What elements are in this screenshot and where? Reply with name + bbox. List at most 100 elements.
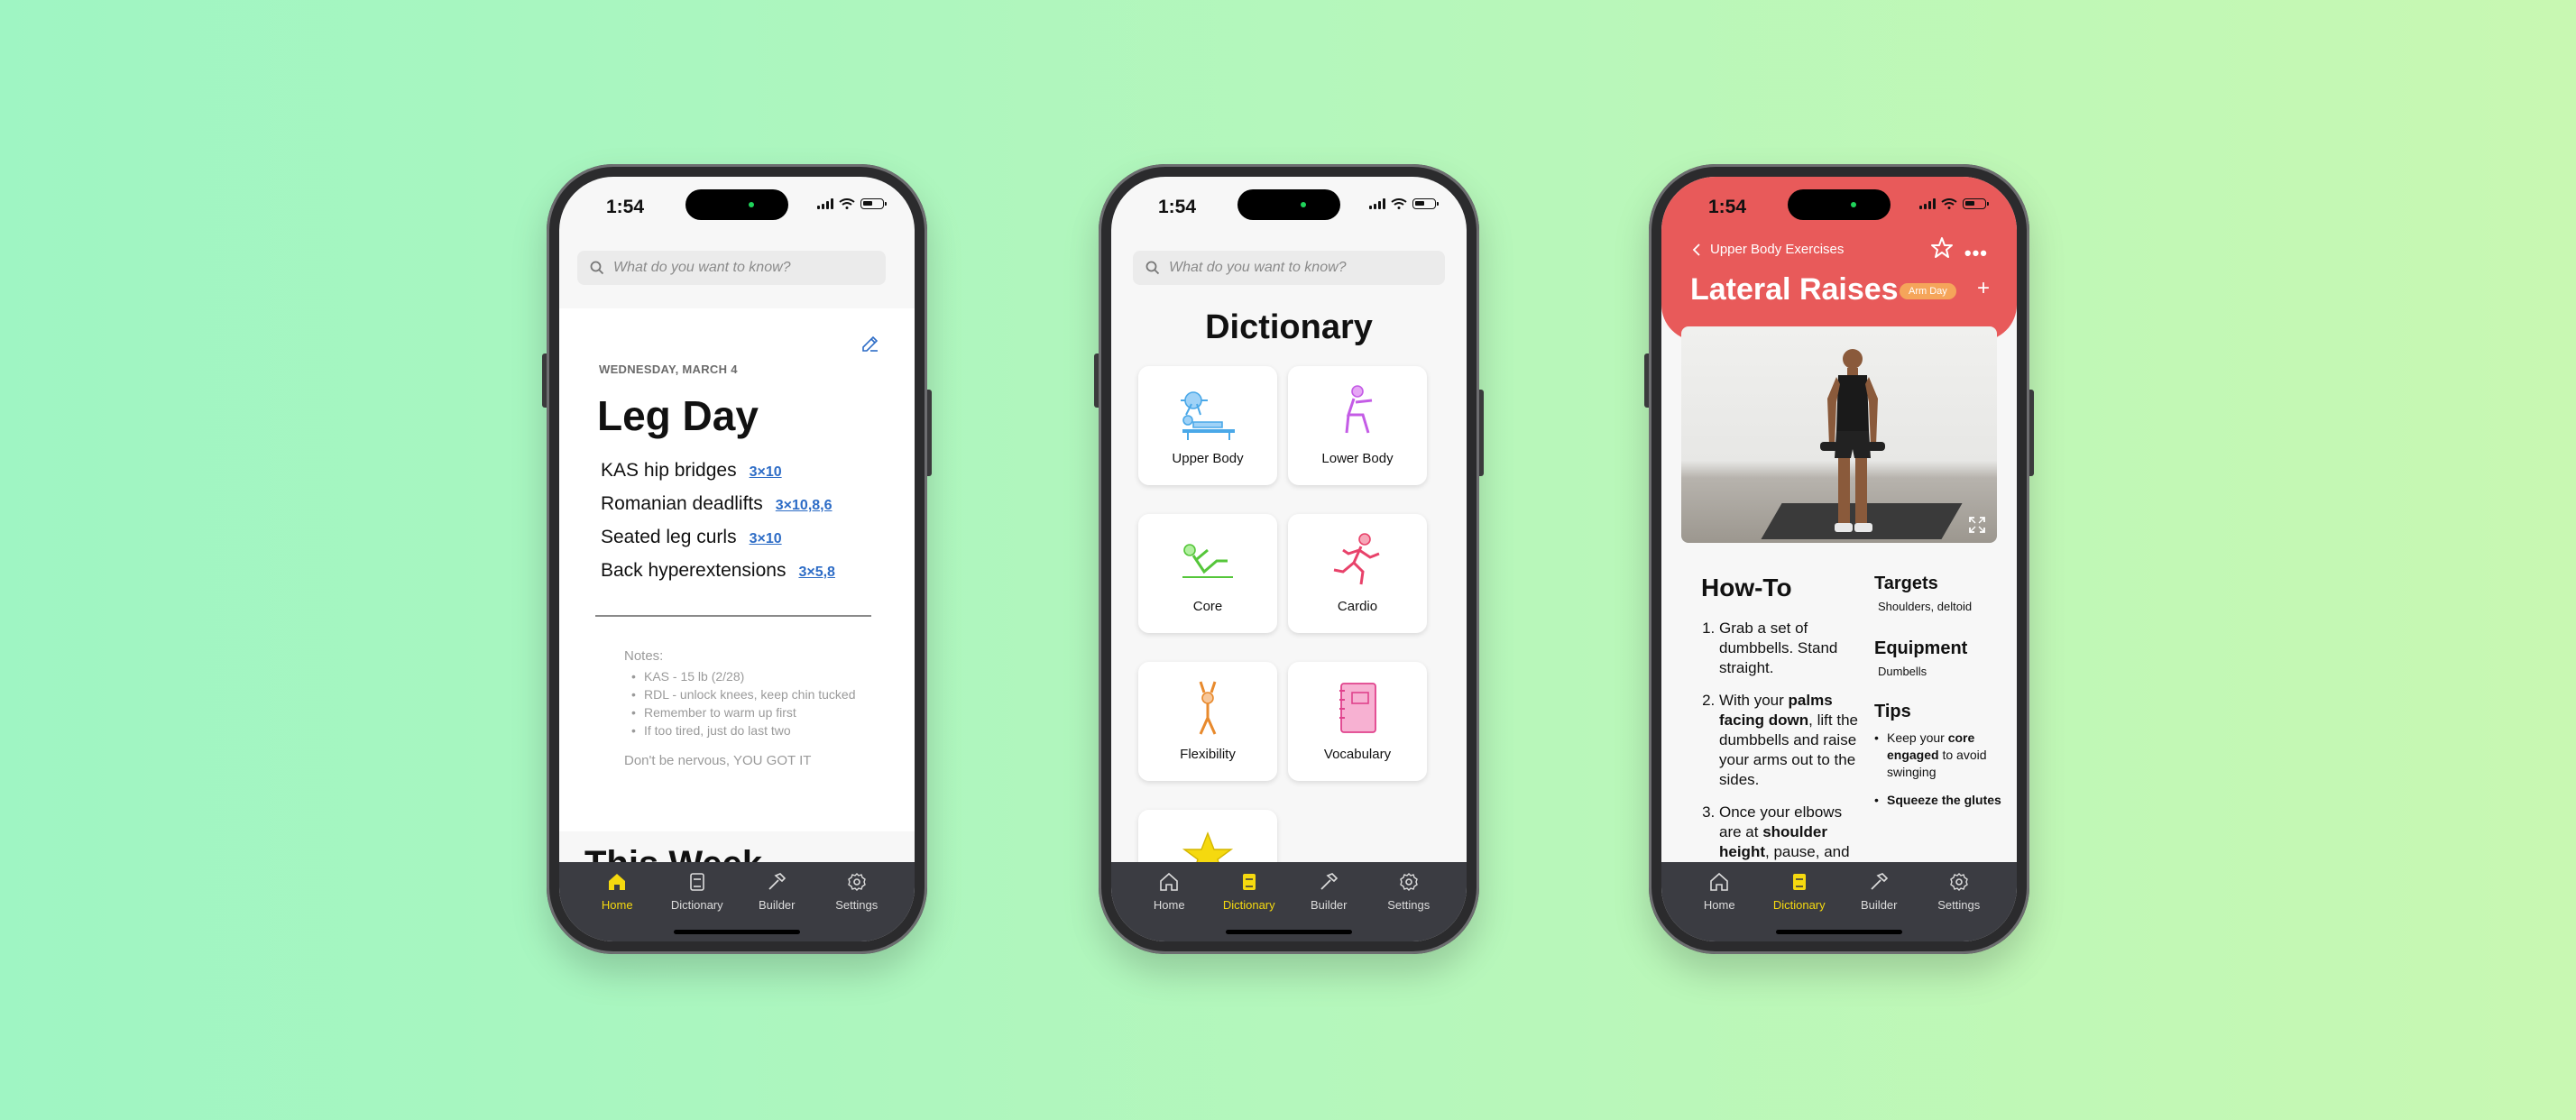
search-icon [590, 261, 604, 275]
search-icon [1145, 261, 1160, 275]
note-item: Remember to warm up first [624, 703, 859, 721]
tab-label: Dictionary [1772, 898, 1826, 912]
tab-home[interactable]: Home [581, 862, 653, 941]
back-button[interactable]: Upper Body Exercises [1692, 242, 1844, 257]
category-label: Cardio [1337, 599, 1378, 614]
divider [595, 615, 871, 617]
notes-block: Notes: KAS - 15 lb (2/28) RDL - unlock k… [624, 647, 859, 770]
fullscreen-icon[interactable] [1968, 516, 1986, 534]
tab-label: Home [1703, 898, 1735, 912]
tab-settings[interactable]: Settings [821, 862, 893, 941]
routine-badge[interactable]: Arm Day [1900, 283, 1956, 299]
home-icon [1710, 872, 1729, 891]
tip-item: Keep your core engaged to avoid swinging [1874, 730, 2010, 781]
dynamic-island [685, 189, 788, 220]
exercise-name: KAS hip bridges [601, 460, 737, 481]
workout-date: WEDNESDAY, MARCH 4 [599, 363, 738, 376]
home-screen: 1:54 What do you want to know? WEDNESDAY… [559, 177, 915, 941]
book-icon [1339, 683, 1376, 733]
category-label: Upper Body [1172, 451, 1244, 466]
exercise-title: Lateral Raises [1690, 272, 1899, 307]
phone-dictionary: 1:54 What do you want to know? Dictionar… [1094, 164, 1484, 954]
gear-icon [1949, 873, 1968, 891]
exercise-sets-link[interactable]: 3×10 [750, 464, 782, 481]
workout-title: Leg Day [597, 392, 759, 439]
exercise-row[interactable]: Seated leg curls 3×10 [601, 527, 782, 548]
tab-label: Builder [1311, 898, 1348, 912]
category-upper-body[interactable]: Upper Body [1138, 366, 1277, 485]
more-options-icon[interactable]: ••• [1964, 242, 1988, 265]
edit-icon[interactable] [860, 334, 880, 353]
equipment-section: Equipment Dumbells [1874, 638, 2010, 678]
gear-icon [847, 873, 866, 891]
category-label: Lower Body [1321, 451, 1394, 466]
chevron-left-icon [1692, 243, 1700, 256]
wifi-icon [1941, 198, 1957, 209]
exercise-name: Seated leg curls [601, 527, 737, 547]
home-indicator [674, 930, 800, 934]
tab-label: Home [1153, 898, 1185, 912]
tab-label: Settings [835, 898, 879, 912]
battery-icon [860, 198, 887, 209]
book-icon [1792, 874, 1806, 890]
tab-label: Builder [1861, 898, 1898, 912]
tab-label: Dictionary [670, 898, 723, 912]
squat-icon [1345, 385, 1373, 434]
category-core[interactable]: Core [1138, 514, 1277, 633]
situp-icon [1182, 544, 1233, 578]
wifi-icon [839, 198, 855, 209]
search-placeholder: What do you want to know? [1169, 260, 1347, 275]
tab-home[interactable]: Home [1683, 862, 1755, 941]
search-bar[interactable]: What do you want to know? [577, 251, 886, 285]
exercise-row[interactable]: Back hyperextensions 3×5,8 [601, 560, 835, 582]
exercise-row[interactable]: KAS hip bridges 3×10 [601, 460, 782, 482]
home-icon [1160, 872, 1179, 891]
tab-settings[interactable]: Settings [1923, 862, 1995, 941]
exercise-row[interactable]: Romanian deadlifts 3×10,8,6 [601, 493, 833, 515]
status-time: 1:54 [606, 197, 645, 217]
exercise-sets-link[interactable]: 3×10 [750, 531, 782, 547]
targets-section: Targets Shoulders, deltoid [1874, 574, 2010, 613]
exercise-name: Romanian deadlifts [601, 493, 763, 514]
battery-icon [1963, 198, 1989, 209]
stretch-icon [1199, 681, 1217, 735]
hammer-icon [1871, 873, 1889, 890]
dictionary-screen: 1:54 What do you want to know? Dictionar… [1111, 177, 1467, 941]
workout-card: WEDNESDAY, MARCH 4 Leg Day KAS hip bridg… [559, 308, 915, 831]
signal-icon [1369, 198, 1385, 209]
phone-exercise-detail: 1:54 Upper Body Exercises ••• Lateral Ra… [1644, 164, 2034, 954]
tab-label: Settings [1937, 898, 1981, 912]
category-label: Flexibility [1180, 747, 1236, 762]
page-title: Dictionary [1205, 308, 1373, 346]
back-label: Upper Body Exercises [1710, 242, 1845, 257]
exercise-sets-link[interactable]: 3×10,8,6 [776, 498, 833, 514]
notes-closing: Don't be nervous, YOU GOT IT [624, 753, 812, 768]
category-label: Vocabulary [1323, 747, 1392, 762]
howto-step: With your palms facing down, lift the du… [1719, 691, 1858, 790]
category-lower-body[interactable]: Lower Body [1288, 366, 1427, 485]
category-flexibility[interactable]: Flexibility [1138, 662, 1277, 781]
signal-icon [817, 198, 833, 209]
exercise-sets-link[interactable]: 3×5,8 [798, 565, 834, 581]
book-icon [689, 873, 704, 891]
phone-home: 1:54 What do you want to know? WEDNESDAY… [542, 164, 932, 954]
howto-steps: Grab a set of dumbbells. Stand straight.… [1703, 619, 1858, 875]
dynamic-island [1237, 189, 1340, 220]
home-indicator [1226, 930, 1352, 934]
bench-press-icon [1181, 391, 1235, 440]
running-icon [1333, 533, 1380, 585]
exercise-name: Back hyperextensions [601, 560, 787, 581]
targets-value: Shoulders, deltoid [1878, 600, 1973, 613]
tab-home[interactable]: Home [1133, 862, 1205, 941]
tab-settings[interactable]: Settings [1373, 862, 1445, 941]
equipment-title: Equipment [1874, 638, 1968, 658]
targets-title: Targets [1874, 574, 1938, 593]
add-button[interactable]: + [1977, 276, 1990, 301]
hammer-icon [1320, 873, 1339, 890]
favorite-star-icon[interactable] [1930, 236, 1954, 260]
category-cardio[interactable]: Cardio [1288, 514, 1427, 633]
exercise-photo[interactable] [1681, 326, 1997, 543]
search-bar[interactable]: What do you want to know? [1133, 251, 1445, 285]
category-vocabulary[interactable]: Vocabulary [1288, 662, 1427, 781]
home-icon [609, 874, 626, 890]
